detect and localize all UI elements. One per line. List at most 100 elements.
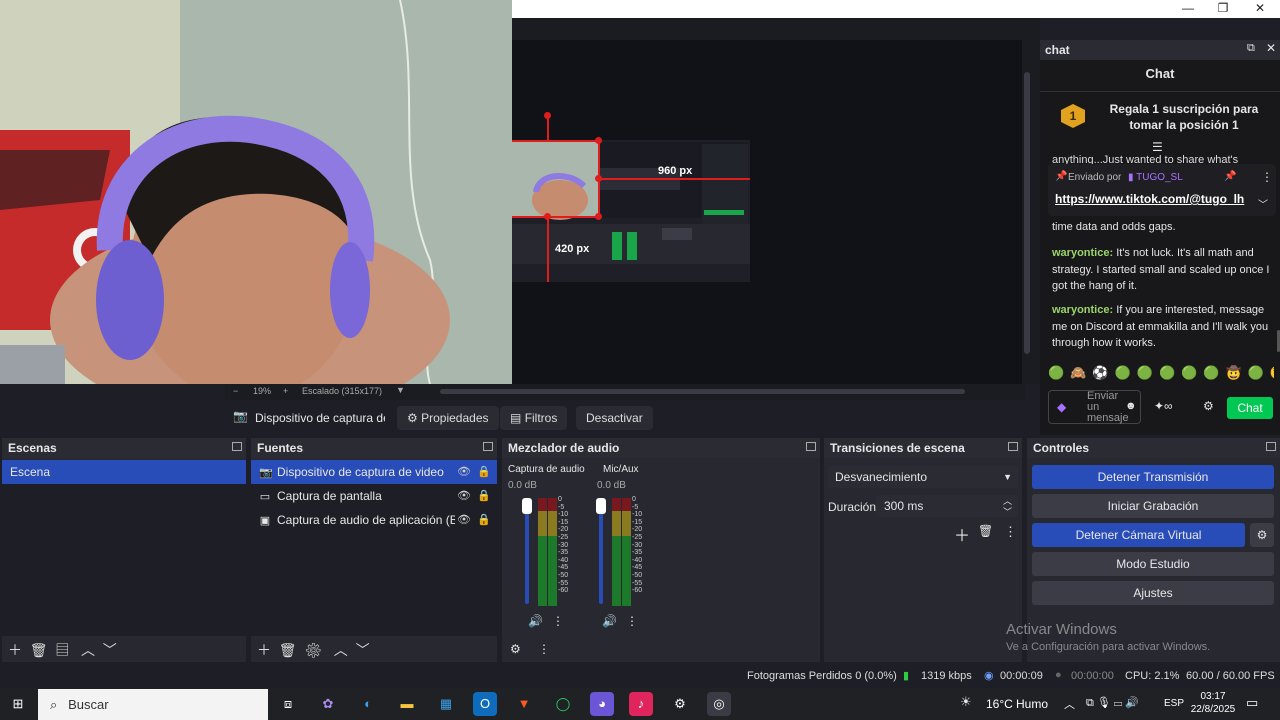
resize-handle-br[interactable] — [595, 213, 602, 220]
weather-temp[interactable]: 16°C — [986, 697, 1013, 711]
emote-icon[interactable]: ⚽ — [1092, 365, 1114, 380]
task-view-icon[interactable]: ⧈ — [276, 692, 300, 716]
virtual-camera-settings-button[interactable]: ⚙ — [1250, 523, 1274, 547]
discord-icon[interactable]: ◕ — [590, 692, 614, 716]
move-down-icon[interactable]: ﹀ — [356, 642, 370, 658]
notification-icon[interactable]: ▭ — [1246, 695, 1258, 711]
weather-condition[interactable]: Humo — [1016, 697, 1048, 711]
move-up-icon[interactable]: ︿ — [334, 642, 348, 658]
emote-icon[interactable]: 🟢 — [1203, 365, 1225, 380]
add-icon[interactable]: ＋ — [954, 522, 970, 546]
stop-streaming-button[interactable]: Detener Transmisión — [1032, 465, 1274, 489]
move-down-icon[interactable]: ﹀ — [103, 642, 117, 658]
chevron-up-icon[interactable]: ︿ — [1064, 696, 1075, 712]
emote-icon[interactable]: 🟢 — [1181, 365, 1203, 380]
outlook-icon[interactable]: O — [473, 692, 497, 716]
properties-button[interactable]: ⚙ Propiedades — [397, 406, 499, 430]
move-up-icon[interactable]: ︿ — [81, 642, 95, 658]
emote-icon[interactable]: 🟢 — [1137, 365, 1159, 380]
webcam-feed[interactable] — [0, 0, 512, 384]
chat-input[interactable]: ◆ Enviar un mensaje ☻ — [1048, 390, 1141, 424]
source-item[interactable]: ▣Captura de audio de aplicación (BET. 👁 … — [251, 508, 497, 532]
add-icon[interactable]: ＋ — [257, 642, 271, 658]
dock-float-icon[interactable] — [232, 442, 242, 451]
resize-handle-b[interactable] — [544, 213, 551, 220]
edge-icon[interactable]: ◐ — [356, 692, 380, 716]
taskbar-search[interactable]: ⌕ Buscar — [38, 689, 268, 720]
pin-icon[interactable]: 📌 — [1224, 171, 1236, 182]
menu-icon[interactable]: ☰ — [1152, 140, 1163, 154]
trash-icon[interactable]: 🗑 — [978, 524, 993, 538]
volume-slider-track[interactable] — [525, 500, 529, 604]
emote-icon[interactable]: 😵 — [1270, 365, 1274, 380]
chevron-down-icon[interactable]: ﹀ — [1258, 196, 1268, 211]
gear-icon[interactable]: ⚙ — [1203, 399, 1214, 413]
emoji-icon[interactable]: ☻ — [1125, 400, 1137, 412]
minimize-button[interactable]: — — [1170, 0, 1206, 18]
emote-icon[interactable]: 🙈 — [1070, 365, 1092, 380]
dock-float-icon[interactable] — [1266, 442, 1276, 451]
kebab-menu-icon[interactable]: ⋮ — [1261, 170, 1273, 184]
gear-icon[interactable]: ⚙ — [510, 642, 521, 656]
tray-icons[interactable]: ⧉ 🎙 ▭ 🔊 — [1086, 696, 1139, 710]
settings-button[interactable]: Ajustes — [1032, 581, 1274, 605]
start-icon[interactable]: ⊞ — [6, 692, 30, 716]
obs-icon[interactable]: ◎ — [707, 692, 731, 716]
chat-send-button[interactable]: Chat — [1227, 397, 1273, 419]
file-explorer-icon[interactable]: ▬ — [395, 692, 419, 716]
lock-icon[interactable]: 🔒 — [477, 460, 491, 484]
store-icon[interactable]: ▦ — [434, 692, 458, 716]
kebab-menu-icon[interactable]: ⋮ — [1004, 524, 1017, 540]
zoom-in-button[interactable]: + — [283, 386, 288, 396]
close-button[interactable]: ✕ — [1242, 0, 1278, 18]
source-item[interactable]: 📷 Dispositivo de captura de video 👁 🔒 — [251, 460, 497, 484]
chat-username[interactable]: waryontice: — [1052, 304, 1113, 316]
studio-mode-button[interactable]: Modo Estudio — [1032, 552, 1274, 576]
chevron-down-icon[interactable]: ﹀ — [1003, 501, 1012, 523]
dock-float-icon[interactable] — [806, 442, 816, 451]
speaker-icon[interactable]: 🔊 — [602, 614, 617, 628]
filters-button[interactable]: ▤ Filtros — [500, 406, 568, 430]
transition-select[interactable]: Desvanecimiento ▼ — [828, 466, 1018, 488]
eye-icon[interactable]: 👁 — [457, 508, 471, 532]
eye-icon[interactable]: 👁 — [457, 484, 471, 508]
trash-icon[interactable]: 🗑 — [30, 642, 48, 658]
lock-icon[interactable]: 🔒 — [477, 508, 491, 532]
resize-handle-r[interactable] — [595, 175, 602, 182]
source-item[interactable]: ▭ Captura de pantalla 👁 🔒 — [251, 484, 497, 508]
chat-username[interactable]: waryontice: — [1052, 247, 1113, 259]
maximize-button[interactable]: ❐ — [1205, 0, 1241, 18]
preview-scrollbar[interactable] — [1024, 72, 1030, 354]
gift-prompt[interactable]: Regala 1 suscripción para tomar la posic… — [1093, 101, 1275, 133]
zoom-out-button[interactable]: − — [233, 386, 238, 396]
duration-input[interactable]: 300 ms ︿ ﹀ — [876, 495, 1018, 517]
add-icon[interactable]: ＋ — [8, 642, 22, 658]
tiktok-icon[interactable]: ♪ — [629, 692, 653, 716]
brave-icon[interactable]: ▼ — [512, 692, 536, 716]
volume-slider-handle[interactable] — [596, 498, 606, 514]
dock-float-icon[interactable] — [483, 442, 493, 451]
kebab-menu-icon[interactable]: ⋮ — [626, 614, 638, 628]
kebab-menu-icon[interactable]: ⋮ — [538, 642, 550, 656]
eye-icon[interactable]: 👁 — [457, 460, 471, 484]
speaker-icon[interactable]: 🔊 — [528, 614, 543, 628]
input-language[interactable]: ESP — [1164, 698, 1184, 709]
clock[interactable]: 03:17 22/8/2025 — [1190, 690, 1236, 716]
pinned-link[interactable]: https://www.tiktok.com/@tugo_lh — [1055, 192, 1244, 206]
rewards-icon[interactable]: ✦∞ — [1154, 399, 1173, 413]
emote-icon[interactable]: 🤠 — [1226, 365, 1248, 380]
resize-handle-tr[interactable] — [595, 137, 602, 144]
emote-icon[interactable]: 🟢 — [1159, 365, 1181, 380]
start-recording-button[interactable]: Iniciar Grabación — [1032, 494, 1274, 518]
emote-icon[interactable]: 🟢 — [1048, 365, 1070, 380]
trash-icon[interactable]: 🗑 — [279, 642, 297, 658]
scene-item[interactable]: Escena — [2, 460, 246, 484]
lock-icon[interactable]: 🔒 — [477, 484, 491, 508]
close-icon[interactable]: ✕ — [1266, 41, 1276, 55]
whatsapp-icon[interactable]: ◯ — [551, 692, 575, 716]
chevron-down-icon[interactable]: ▼ — [396, 385, 405, 395]
pinned-message[interactable]: 📌 Enviado por ▮ TUGO_SL 📌 ⋮ https://www.… — [1048, 164, 1276, 216]
rotation-handle[interactable] — [544, 112, 551, 119]
preview-hscrollbar[interactable] — [440, 389, 965, 394]
copilot-icon[interactable]: ✿ — [316, 692, 340, 716]
